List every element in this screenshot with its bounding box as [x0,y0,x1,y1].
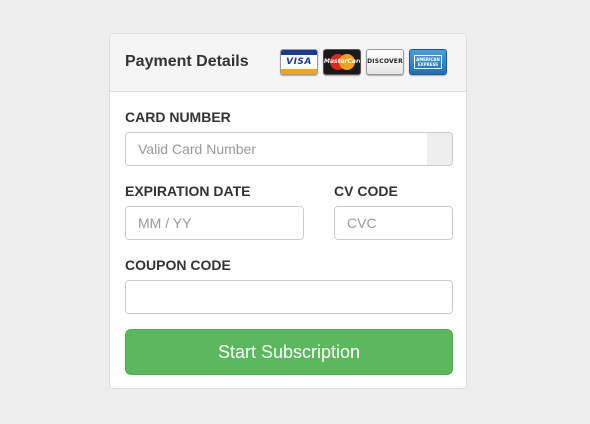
payment-panel: Payment Details VISA MasterCard DISCOVER… [109,33,467,389]
coupon-code-label: COUPON CODE [125,257,231,273]
visa-logo: VISA [280,49,318,75]
card-number-input[interactable] [125,132,428,166]
panel-title: Payment Details [125,53,249,70]
start-subscription-button[interactable]: Start Subscription [125,329,453,375]
coupon-code-input[interactable] [125,280,453,314]
expiration-date-label: EXPIRATION DATE [125,183,251,199]
cv-code-label: CV CODE [334,183,398,199]
expiration-date-input[interactable] [125,206,304,240]
amex-logo: AMERICAN EXPRESS [409,49,447,75]
mastercard-logo: MasterCard [323,49,361,75]
card-logos: VISA MasterCard DISCOVER AMERICAN EXPRES… [280,49,447,76]
panel-heading: Payment Details VISA MasterCard DISCOVER… [110,34,466,92]
discover-logo: DISCOVER [366,49,404,75]
cv-code-input[interactable] [334,206,453,240]
card-type-addon [427,132,453,166]
card-number-label: CARD NUMBER [125,109,231,125]
